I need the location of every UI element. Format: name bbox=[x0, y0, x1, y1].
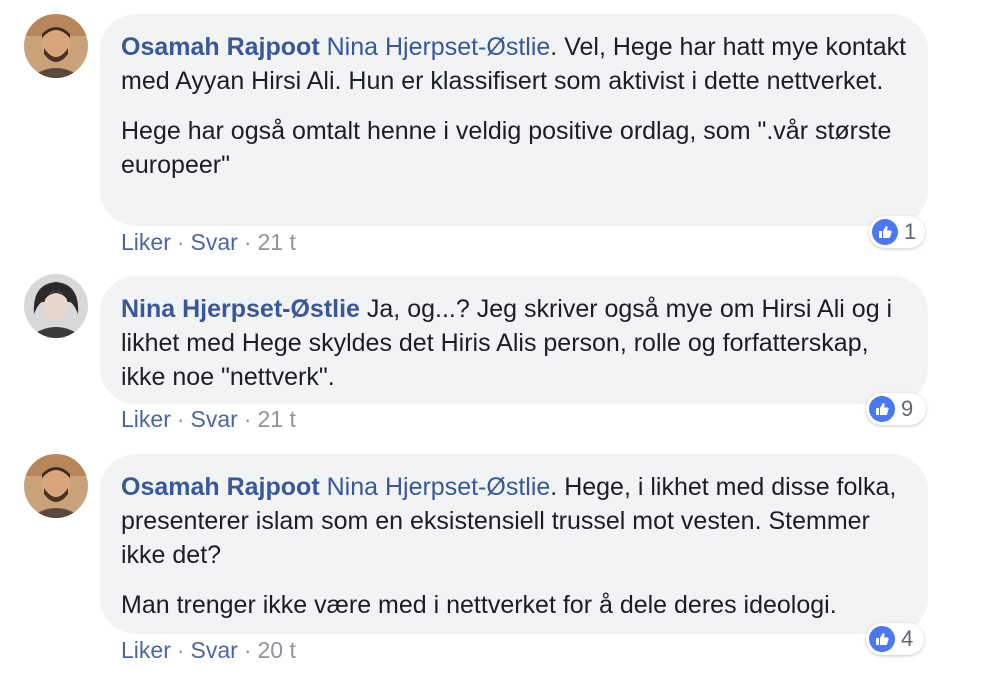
timestamp[interactable]: 21 t bbox=[258, 406, 296, 432]
like-button[interactable]: Liker bbox=[121, 406, 171, 432]
reaction-count-badge[interactable]: 4 bbox=[866, 623, 924, 655]
mention-link[interactable]: Nina Hjerpset-Østlie bbox=[327, 473, 551, 501]
reply-button[interactable]: Svar bbox=[191, 637, 238, 663]
comment-paragraph: Nina Hjerpset-Østlie Ja, og...? Jeg skri… bbox=[121, 292, 908, 394]
timestamp[interactable]: 20 t bbox=[258, 637, 296, 663]
profile-photo-icon bbox=[24, 274, 88, 338]
like-button[interactable]: Liker bbox=[121, 637, 171, 663]
reply-button[interactable]: Svar bbox=[191, 406, 238, 432]
comment-paragraph: Hege har også omtalt henne i veldig posi… bbox=[121, 117, 892, 179]
reaction-count: 9 bbox=[901, 396, 914, 421]
comment-actions: Liker · Svar · 20 t bbox=[121, 637, 296, 663]
profile-photo-icon bbox=[24, 14, 88, 78]
avatar[interactable] bbox=[24, 14, 88, 78]
reaction-count-badge[interactable]: 9 bbox=[866, 393, 926, 425]
like-button[interactable]: Liker bbox=[121, 229, 171, 255]
like-icon bbox=[872, 219, 898, 245]
timestamp[interactable]: 21 t bbox=[258, 229, 296, 255]
like-icon bbox=[869, 626, 895, 652]
comment-actions: Liker · Svar · 21 t bbox=[121, 406, 296, 432]
comment-bubble: Osamah Rajpoot Nina Hjerpset-Østlie. Vel… bbox=[100, 14, 928, 226]
reaction-count: 1 bbox=[904, 219, 917, 244]
reaction-count: 4 bbox=[901, 626, 914, 651]
reaction-count-badge[interactable]: 1 bbox=[869, 216, 925, 248]
comment-paragraph: Man trenger ikke være med i nettverket f… bbox=[121, 591, 837, 619]
profile-photo-icon bbox=[24, 454, 88, 518]
comment-paragraph: Osamah Rajpoot Nina Hjerpset-Østlie. Heg… bbox=[121, 470, 908, 572]
comment-paragraph: Osamah Rajpoot Nina Hjerpset-Østlie. Vel… bbox=[121, 30, 908, 98]
author-name-link[interactable]: Osamah Rajpoot bbox=[121, 33, 320, 61]
comment-bubble: Nina Hjerpset-Østlie Ja, og...? Jeg skri… bbox=[100, 276, 928, 404]
avatar[interactable] bbox=[24, 454, 88, 518]
comment-actions: Liker · Svar · 21 t bbox=[121, 229, 296, 255]
author-name-link[interactable]: Nina Hjerpset-Østlie bbox=[121, 295, 360, 323]
like-icon bbox=[869, 396, 895, 422]
comment-bubble: Osamah Rajpoot Nina Hjerpset-Østlie. Heg… bbox=[100, 454, 928, 634]
reply-button[interactable]: Svar bbox=[191, 229, 238, 255]
author-name-link[interactable]: Osamah Rajpoot bbox=[121, 473, 320, 501]
avatar[interactable] bbox=[24, 274, 88, 338]
mention-link[interactable]: Nina Hjerpset-Østlie bbox=[327, 33, 551, 61]
